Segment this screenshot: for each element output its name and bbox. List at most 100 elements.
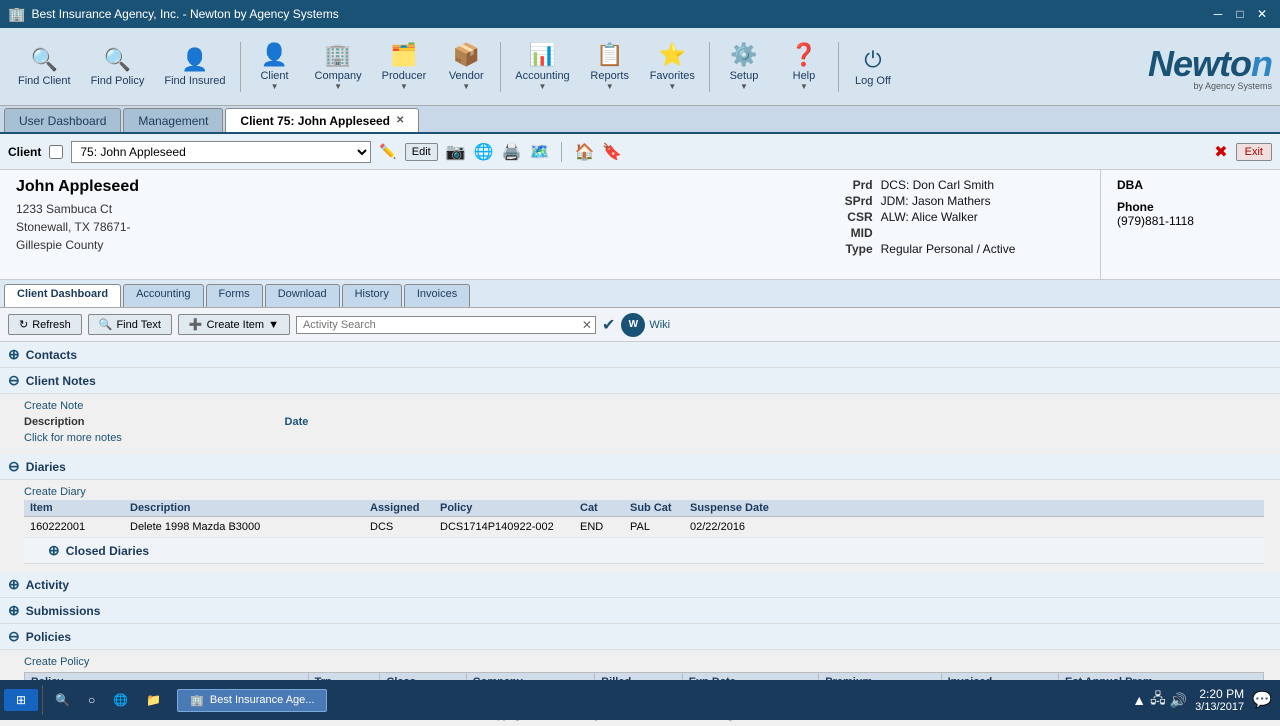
toolbar-find-client[interactable]: 🔍 Find Client bbox=[8, 43, 81, 91]
reports-dropdown-arrow: ▼ bbox=[606, 82, 614, 91]
toolbar-find-policy[interactable]: 🔍 Find Policy bbox=[81, 43, 155, 91]
tray-icon-1[interactable]: ▲ bbox=[1132, 692, 1146, 708]
create-diary-link[interactable]: Create Diary bbox=[24, 486, 1264, 498]
setup-dropdown-arrow: ▼ bbox=[740, 82, 748, 91]
sprd-label: SPrd bbox=[776, 194, 873, 208]
exit-button[interactable]: Exit bbox=[1236, 143, 1272, 161]
activity-search-input[interactable] bbox=[296, 316, 596, 334]
tab-client-75[interactable]: Client 75: John Appleseed ✕ bbox=[225, 108, 419, 132]
find-text-button[interactable]: 🔍 Find Text bbox=[88, 314, 172, 335]
client-address: 1233 Sambuca Ct Stonewall, TX 78671- Gil… bbox=[16, 200, 744, 254]
favorites-dropdown-arrow: ▼ bbox=[668, 82, 676, 91]
notes-description-header: Description bbox=[24, 416, 85, 428]
diary-row[interactable]: 160222001 Delete 1998 Mazda B3000 DCS DC… bbox=[24, 517, 1264, 538]
client-checkbox[interactable] bbox=[49, 145, 63, 159]
policies-section-header[interactable]: ⊖ Policies bbox=[0, 624, 1280, 650]
activity-title: Activity bbox=[26, 578, 69, 592]
toolbar-setup[interactable]: ⚙️ Setup ▼ bbox=[714, 38, 774, 95]
photo-icon[interactable]: 📷 bbox=[446, 142, 466, 162]
print-icon[interactable]: 🖨️ bbox=[502, 142, 522, 162]
producer-dropdown-arrow: ▼ bbox=[400, 82, 408, 91]
taskbar: ⊞ 🔍 ○ 🌐 📁 🏢 Best Insurance Age... ▲ 🖧 🔊 … bbox=[0, 680, 1280, 720]
toolbar-reports[interactable]: 📋 Reports ▼ bbox=[580, 38, 640, 95]
toolbar-find-insured[interactable]: 👤 Find Insured bbox=[154, 43, 235, 91]
clock[interactable]: 2:20 PM 3/13/2017 bbox=[1195, 687, 1244, 713]
exit-icon[interactable]: ✖ bbox=[1214, 142, 1227, 162]
home-icon[interactable]: 🏠 bbox=[574, 142, 594, 162]
tab-user-dashboard[interactable]: User Dashboard bbox=[4, 108, 121, 132]
click-more-notes-link[interactable]: Click for more notes bbox=[24, 432, 1264, 444]
tab-close-icon[interactable]: ✕ bbox=[396, 115, 404, 126]
subtab-client-dashboard[interactable]: Client Dashboard bbox=[4, 284, 121, 307]
vendor-dropdown-arrow: ▼ bbox=[462, 82, 470, 91]
taskbar-cortana[interactable]: ○ bbox=[80, 689, 103, 711]
create-item-button[interactable]: ➕ Create Item ▼ bbox=[178, 314, 290, 335]
contacts-section-header[interactable]: ⊕ Contacts bbox=[0, 342, 1280, 368]
tray-network-icon[interactable]: 🖧 bbox=[1150, 688, 1166, 712]
edit-icon[interactable]: ✏️ bbox=[379, 143, 396, 160]
producer-icon: 🗂️ bbox=[390, 42, 417, 68]
diary-col-description: Description bbox=[124, 500, 364, 516]
diary-col-suspense: Suspense Date bbox=[684, 500, 784, 516]
tray-volume-icon[interactable]: 🔊 bbox=[1170, 692, 1187, 709]
minimize-button[interactable]: ─ bbox=[1208, 4, 1228, 24]
contacts-title: Contacts bbox=[26, 348, 77, 362]
submissions-section-header[interactable]: ⊕ Submissions bbox=[0, 598, 1280, 624]
client-label: Client bbox=[8, 145, 41, 159]
search-clear-icon[interactable]: ✕ bbox=[582, 318, 592, 332]
app-icon: 🏢 bbox=[8, 6, 25, 23]
bookmark-icon[interactable]: 🔖 bbox=[602, 142, 622, 162]
phone-label: Phone bbox=[1117, 200, 1264, 214]
diaries-section-header[interactable]: ⊖ Diaries bbox=[0, 454, 1280, 480]
subtab-download[interactable]: Download bbox=[265, 284, 340, 307]
client-dropdown[interactable]: 75: John Appleseed bbox=[71, 141, 371, 163]
notifications-icon[interactable]: 💬 bbox=[1252, 690, 1272, 710]
taskbar-app-item[interactable]: 🏢 Best Insurance Age... bbox=[177, 689, 327, 712]
create-note-link[interactable]: Create Note bbox=[24, 400, 1264, 412]
tab-management[interactable]: Management bbox=[123, 108, 223, 132]
toolbar-accounting[interactable]: 📊 Accounting ▼ bbox=[505, 38, 579, 95]
title-text: Best Insurance Agency, Inc. - Newton by … bbox=[31, 7, 338, 21]
create-item-dropdown-icon: ▼ bbox=[268, 319, 279, 331]
create-item-icon: ➕ bbox=[189, 318, 203, 331]
logoff-icon: ⏻ bbox=[864, 47, 881, 73]
map-icon[interactable]: 🗺️ bbox=[530, 142, 550, 162]
client-name: John Appleseed bbox=[16, 178, 744, 196]
subtab-forms[interactable]: Forms bbox=[206, 284, 263, 307]
client-name-block: John Appleseed 1233 Sambuca Ct Stonewall… bbox=[0, 170, 760, 279]
check-icon[interactable]: ✔ bbox=[602, 315, 615, 335]
taskbar-sep bbox=[42, 685, 43, 715]
taskbar-search[interactable]: 🔍 bbox=[47, 689, 78, 711]
start-button[interactable]: ⊞ bbox=[4, 689, 38, 711]
diaries-toggle-icon: ⊖ bbox=[8, 458, 20, 475]
maximize-button[interactable]: □ bbox=[1230, 4, 1250, 24]
subtab-invoices[interactable]: Invoices bbox=[404, 284, 470, 307]
close-button[interactable]: ✕ bbox=[1252, 4, 1272, 24]
diary-col-assigned: Assigned bbox=[364, 500, 434, 516]
taskbar-quick-launch: 🔍 ○ 🌐 📁 bbox=[47, 689, 169, 711]
toolbar-vendor[interactable]: 📦 Vendor ▼ bbox=[436, 38, 496, 95]
subtab-accounting[interactable]: Accounting bbox=[123, 284, 203, 307]
refresh-button[interactable]: ↻ Refresh bbox=[8, 314, 82, 335]
client-notes-section-header[interactable]: ⊖ Client Notes bbox=[0, 368, 1280, 394]
toolbar-help[interactable]: ❓ Help ▼ bbox=[774, 38, 834, 95]
toolbar-favorites[interactable]: ⭐ Favorites ▼ bbox=[640, 38, 705, 95]
wiki-button[interactable]: W Wiki bbox=[621, 313, 670, 337]
toolbar-company[interactable]: 🏢 Company ▼ bbox=[305, 38, 372, 95]
activity-section-header[interactable]: ⊕ Activity bbox=[0, 572, 1280, 598]
closed-diaries-header[interactable]: ⊕ Closed Diaries bbox=[24, 538, 1264, 564]
title-bar: 🏢 Best Insurance Agency, Inc. - Newton b… bbox=[0, 0, 1280, 28]
toolbar-logoff[interactable]: ⏻ Log Off bbox=[843, 43, 903, 91]
diary-subcat-value: PAL bbox=[624, 519, 684, 535]
create-policy-link[interactable]: Create Policy bbox=[24, 656, 1264, 668]
client-detail: John Appleseed 1233 Sambuca Ct Stonewall… bbox=[0, 170, 1280, 280]
taskbar-explorer[interactable]: 📁 bbox=[138, 689, 169, 711]
toolbar-client[interactable]: 👤 Client ▼ bbox=[245, 38, 305, 95]
notes-date-header: Date bbox=[285, 416, 309, 428]
subtab-history[interactable]: History bbox=[342, 284, 402, 307]
taskbar-ie[interactable]: 🌐 bbox=[105, 689, 136, 711]
favorites-icon: ⭐ bbox=[659, 42, 686, 68]
edit-button[interactable]: Edit bbox=[405, 143, 438, 161]
web-icon[interactable]: 🌐 bbox=[474, 142, 494, 162]
toolbar-producer[interactable]: 🗂️ Producer ▼ bbox=[372, 38, 437, 95]
